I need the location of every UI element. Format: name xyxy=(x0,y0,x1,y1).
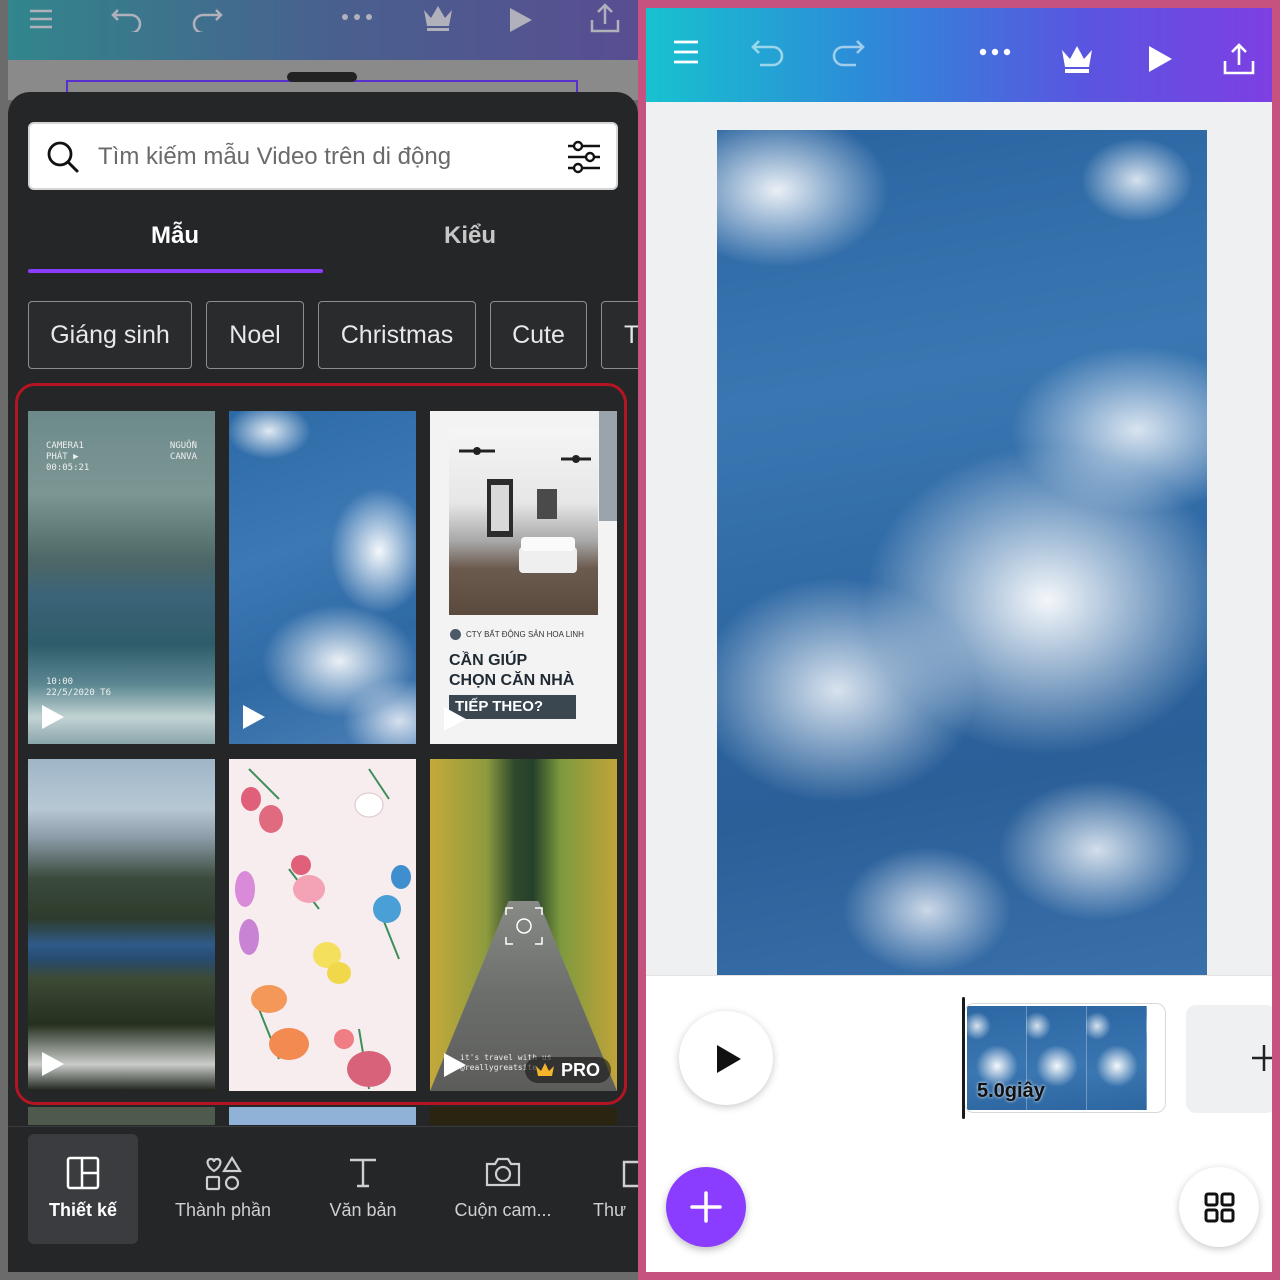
right-panel: 5.0giây xyxy=(646,8,1272,1272)
highlight-frame xyxy=(15,383,627,1105)
timeline-play-button[interactable] xyxy=(679,1011,773,1105)
tab-templates[interactable]: Mẫu xyxy=(25,222,325,250)
tab-styles[interactable]: Kiểu xyxy=(320,222,620,250)
playhead[interactable] xyxy=(962,997,965,1119)
folder-icon xyxy=(620,1156,638,1188)
chip-giang-sinh[interactable]: Giáng sinh xyxy=(28,301,192,369)
crown-icon[interactable] xyxy=(1058,42,1096,76)
elements-icon xyxy=(204,1156,242,1192)
menu-icon[interactable] xyxy=(672,38,700,66)
nav-elements[interactable]: Thành phần xyxy=(168,1134,278,1244)
undo-icon[interactable] xyxy=(750,38,786,68)
menu-icon xyxy=(28,6,54,32)
share-icon xyxy=(588,2,622,34)
nav-design[interactable]: Thiết kế xyxy=(28,1134,138,1244)
nav-folder[interactable]: Thư xyxy=(578,1134,638,1244)
active-tab-indicator xyxy=(28,269,323,273)
search-placeholder: Tìm kiếm mẫu Video trên di động xyxy=(98,143,452,170)
chip-cute[interactable]: Cute xyxy=(490,301,587,369)
dimmed-toolbar xyxy=(8,0,638,60)
chip-noel[interactable]: Noel xyxy=(206,301,304,369)
share-icon[interactable] xyxy=(1222,42,1256,76)
template-peek[interactable] xyxy=(430,1107,617,1125)
nav-text[interactable]: Văn bản xyxy=(308,1134,418,1244)
editor-toolbar xyxy=(646,8,1272,102)
play-icon xyxy=(506,6,536,34)
template-peek[interactable] xyxy=(229,1107,416,1125)
text-icon xyxy=(348,1156,378,1188)
more-icon xyxy=(340,4,374,30)
nav-camera-roll[interactable]: Cuộn cam... xyxy=(448,1134,558,1244)
template-peek[interactable] xyxy=(28,1107,215,1125)
clip-duration: 5.0giây xyxy=(977,1080,1045,1102)
timeline-clip[interactable]: 5.0giây xyxy=(964,1003,1166,1113)
plus-icon xyxy=(1252,1043,1272,1073)
play-icon xyxy=(717,1045,741,1073)
undo-icon xyxy=(110,6,144,32)
redo-icon[interactable] xyxy=(830,38,866,68)
sheet-drag-handle[interactable] xyxy=(287,72,357,82)
search-input[interactable]: Tìm kiếm mẫu Video trên di động xyxy=(28,122,618,190)
left-panel: Tìm kiếm mẫu Video trên di động Mẫu Kiểu… xyxy=(0,0,638,1280)
grid-icon xyxy=(1204,1192,1235,1223)
play-icon[interactable] xyxy=(1146,44,1174,74)
layout-icon xyxy=(66,1156,100,1190)
chip-partial[interactable]: T xyxy=(601,301,638,369)
add-page-button[interactable] xyxy=(1186,1005,1272,1113)
video-canvas[interactable] xyxy=(717,130,1207,975)
plus-icon xyxy=(690,1191,722,1223)
filter-icon[interactable] xyxy=(566,140,602,174)
camera-icon xyxy=(484,1156,522,1188)
redo-icon xyxy=(190,6,224,32)
crown-icon xyxy=(420,2,456,32)
chip-christmas[interactable]: Christmas xyxy=(318,301,476,369)
add-element-button[interactable] xyxy=(666,1167,746,1247)
more-icon[interactable] xyxy=(978,46,1012,58)
grid-view-button[interactable] xyxy=(1179,1167,1259,1247)
search-icon xyxy=(46,140,80,174)
